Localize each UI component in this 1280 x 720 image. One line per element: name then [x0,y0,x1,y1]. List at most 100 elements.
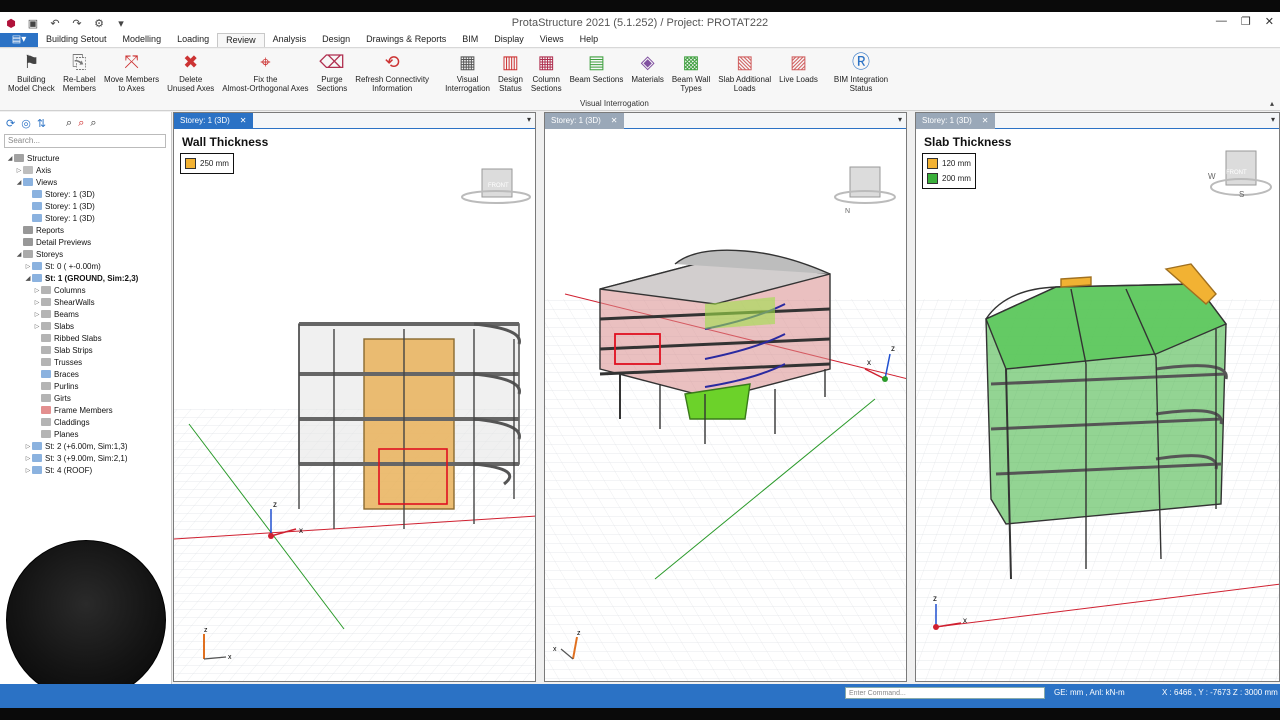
expand-arrow-icon[interactable]: ▷ [33,299,41,306]
3d-model-canvas[interactable]: x z N z x [545,129,907,682]
visual-interrogation-button[interactable]: ▦ Visual Interrogation [441,49,494,110]
relabel-button[interactable]: ⎘ Re-Label Members [59,49,100,110]
viewport-tab[interactable]: Storey: 1 (3D) ✕ [916,113,995,129]
view-cube[interactable]: FRONT [461,168,531,204]
tree-item[interactable]: ◢ St: 1 (GROUND, Sim:2,3) [0,272,171,284]
globe-icon[interactable]: ◎ [21,117,31,130]
menu-tab-building-setout[interactable]: Building Setout [38,33,115,47]
view-cube[interactable]: FRONT W S [1208,150,1272,199]
command-input[interactable]: Enter Command... [845,687,1045,699]
live-loads-button[interactable]: ▨ Live Loads [775,49,822,110]
expand-arrow-icon[interactable]: ▷ [24,467,32,474]
tree-item[interactable]: ▷ St: 4 (ROOF) [0,464,171,476]
close-tab-icon[interactable]: ✕ [611,113,618,129]
tree-item[interactable]: Slab Strips [0,344,171,356]
close-button[interactable]: ✕ [1265,15,1274,28]
undo-icon[interactable]: ↶ [48,17,62,30]
column-sections-button[interactable]: ▦ Column Sections [527,49,566,110]
collapse-ribbon-icon[interactable]: ▴ [1270,99,1274,108]
viewport-slab-thickness[interactable]: Storey: 1 (3D) ✕ ▾ x z FRONT W S Slab Th… [915,112,1280,682]
purge-button[interactable]: ⌫ Purge Sections [313,49,352,110]
expand-arrow-icon[interactable]: ▷ [33,323,41,330]
viewport-tab[interactable]: Storey: 1 (3D) ✕ [545,113,624,129]
tree-item[interactable]: ▷ St: 2 (+6.00m, Sim:1,3) [0,440,171,452]
expand-arrow-icon[interactable]: ▷ [24,443,32,450]
tree-item[interactable]: Detail Previews [0,236,171,248]
refresh-connectivity-button[interactable]: ⟲ Refresh Connectivity Information [351,49,433,110]
slab-loads-button[interactable]: ▧ Slab Additional Loads [714,49,775,110]
customize-icon[interactable]: ▾ [114,17,128,30]
design-status-button[interactable]: ▥ Design Status [494,49,527,110]
tree-item[interactable]: ◢ Views [0,176,171,188]
chevron-down-icon[interactable]: ▾ [898,115,902,124]
chevron-down-icon[interactable]: ▾ [1271,115,1275,124]
expand-arrow-icon[interactable]: ◢ [6,155,14,162]
redo-icon[interactable]: ↷ [70,17,84,30]
menu-tab-display[interactable]: Display [486,33,532,47]
menu-tab-loading[interactable]: Loading [169,33,217,47]
viewport-tab[interactable]: Storey: 1 (3D) ✕ [174,113,253,129]
tree-item[interactable]: Planes [0,428,171,440]
close-tab-icon[interactable]: ✕ [982,113,989,129]
tree-item[interactable]: ◢ Structure [0,152,171,164]
3d-model-canvas[interactable]: x z FRONT z x [174,129,536,682]
tree-item[interactable]: Storey: 1 (3D) [0,200,171,212]
move-members-button[interactable]: ⤧ Move Members to Axes [100,49,163,110]
3d-model-canvas[interactable]: x z FRONT W S [916,129,1280,682]
tree-item[interactable]: ▷ Columns [0,284,171,296]
menu-tab-review[interactable]: Review [217,33,265,47]
tree-item[interactable]: Storey: 1 (3D) [0,212,171,224]
tree-item[interactable]: Trusses [0,356,171,368]
zoom-in-icon[interactable]: ⌕ [78,117,84,130]
zoom-icon[interactable]: ⌕ [66,117,72,130]
tree-item[interactable]: Purlins [0,380,171,392]
tree-item[interactable]: Girts [0,392,171,404]
menu-tab-modelling[interactable]: Modelling [115,33,170,47]
tree-item[interactable]: Claddings [0,416,171,428]
save-icon[interactable]: ▣ [26,17,40,30]
tree-item[interactable]: Reports [0,224,171,236]
maximize-button[interactable]: ❐ [1241,15,1251,28]
tree-search-input[interactable]: Search... [4,134,166,148]
beam-wall-types-button[interactable]: ▩ Beam Wall Types [668,49,714,110]
view-cube[interactable]: N [834,166,896,215]
tree-item[interactable]: ▷ St: 0 ( +-0.00m) [0,260,171,272]
menu-tab-design[interactable]: Design [314,33,358,47]
menu-tab-drawings-reports[interactable]: Drawings & Reports [358,33,454,47]
tree-item[interactable]: ◢ Storeys [0,248,171,260]
expand-arrow-icon[interactable]: ◢ [15,251,23,258]
viewport-wall-thickness[interactable]: Storey: 1 (3D) ✕ ▾ x z FRONT z x Wall Th… [173,112,536,682]
viewport-3d-model[interactable]: Storey: 1 (3D) ✕ ▾ x z N z x [544,112,907,682]
bim-status-button[interactable]: Ⓡ BIM Integration Status [830,49,892,110]
expand-arrow-icon[interactable]: ▷ [33,287,41,294]
expand-arrow-icon[interactable]: ▷ [24,263,32,270]
sort-icon[interactable]: ⇅ [37,117,46,130]
expand-arrow-icon[interactable]: ▷ [24,455,32,462]
tree-item[interactable]: Storey: 1 (3D) [0,188,171,200]
file-menu-button[interactable]: ▤▾ [0,33,38,47]
fix-axes-button[interactable]: ⌖ Fix the Almost-Orthogonal Axes [218,49,312,110]
expand-arrow-icon[interactable]: ◢ [24,275,32,282]
tree-item[interactable]: ▷ ShearWalls [0,296,171,308]
zoom-out-icon[interactable]: ⌕ [90,117,96,130]
tree-item[interactable]: ▷ Beams [0,308,171,320]
tree-item[interactable]: Braces [0,368,171,380]
settings-icon[interactable]: ⚙ [92,17,106,30]
delete-axes-button[interactable]: ✖ Delete Unused Axes [163,49,218,110]
refresh-icon[interactable]: ⟳ [6,117,15,130]
tree-item[interactable]: Frame Members [0,404,171,416]
model-check-button[interactable]: ⚑ Building Model Check [4,49,59,110]
tree-item[interactable]: ▷ St: 3 (+9.00m, Sim:2,1) [0,452,171,464]
menu-tab-help[interactable]: Help [572,33,607,47]
minimize-button[interactable]: — [1216,15,1227,28]
tree-item[interactable]: ▷ Slabs [0,320,171,332]
chevron-down-icon[interactable]: ▾ [527,115,531,124]
menu-tab-bim[interactable]: BIM [454,33,486,47]
expand-arrow-icon[interactable]: ◢ [15,179,23,186]
menu-tab-analysis[interactable]: Analysis [265,33,315,47]
tree-item[interactable]: ▷ Axis [0,164,171,176]
tree-item[interactable]: Ribbed Slabs [0,332,171,344]
expand-arrow-icon[interactable]: ▷ [33,311,41,318]
menu-tab-views[interactable]: Views [532,33,572,47]
close-tab-icon[interactable]: ✕ [240,113,247,129]
